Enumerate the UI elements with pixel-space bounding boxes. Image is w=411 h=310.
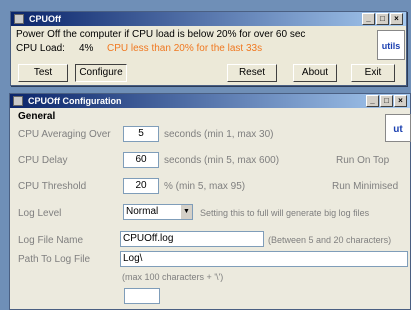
config-window: CPUOff Configuration _ □ × General ut CP… <box>9 93 411 310</box>
averaging-label: CPU Averaging Over <box>18 129 111 140</box>
app-icon <box>14 14 24 24</box>
log-file-hint: (Between 5 and 20 characters) <box>268 235 392 245</box>
config-maximize-icon[interactable]: □ <box>380 95 393 107</box>
description-text: Power Off the computer if CPU load is be… <box>16 29 306 40</box>
config-close-icon[interactable]: × <box>394 95 407 107</box>
log-level-value: Normal <box>126 206 159 217</box>
cpu-load-value: 4% <box>79 43 94 54</box>
config-logo-text: ut <box>393 124 403 135</box>
close-icon[interactable]: × <box>390 13 403 25</box>
log-file-label: Log File Name <box>18 235 84 246</box>
utils-logo: utils <box>377 30 405 60</box>
about-button[interactable]: About <box>293 64 337 82</box>
cpu-status-text: CPU less than 20% for the last 33s <box>107 43 263 54</box>
log-path-input[interactable]: Log\ <box>120 251 408 267</box>
cpu-load-label: CPU Load: <box>16 43 65 54</box>
config-minimize-icon[interactable]: _ <box>366 95 379 107</box>
run-minimised-label[interactable]: Run Minimised <box>332 181 398 192</box>
minimize-icon[interactable]: _ <box>362 13 375 25</box>
log-path-hint: (max 100 characters + '\') <box>122 272 224 282</box>
log-level-label: Log Level <box>18 208 62 219</box>
threshold-label: CPU Threshold <box>18 181 87 192</box>
main-titlebar[interactable]: CPUOff _ □ × <box>11 12 406 26</box>
config-titlebar[interactable]: CPUOff Configuration _ □ × <box>10 94 410 108</box>
averaging-input[interactable]: 5 <box>123 126 159 142</box>
config-app-icon <box>13 96 23 106</box>
delay-label: CPU Delay <box>18 155 68 166</box>
configure-button[interactable]: Configure <box>75 64 127 82</box>
threshold-hint: % (min 5, max 95) <box>164 181 246 192</box>
main-window-title: CPUOff <box>29 14 61 24</box>
run-on-top-label[interactable]: Run On Top <box>336 155 389 166</box>
cutoff-input[interactable] <box>124 288 160 304</box>
delay-hint: seconds (min 5, max 600) <box>164 155 280 166</box>
log-path-label: Path To Log File <box>18 254 91 265</box>
log-level-hint: Setting this to full will generate big l… <box>200 208 370 218</box>
exit-button[interactable]: Exit <box>351 64 395 82</box>
section-title-general: General <box>18 111 56 122</box>
delay-input[interactable]: 60 <box>123 152 159 168</box>
reset-button[interactable]: Reset <box>227 64 277 82</box>
threshold-input[interactable]: 20 <box>123 178 159 194</box>
averaging-hint: seconds (min 1, max 30) <box>164 129 274 140</box>
maximize-icon[interactable]: □ <box>376 13 389 25</box>
chevron-down-icon[interactable]: ▼ <box>181 205 192 219</box>
config-utils-logo: ut <box>385 114 411 142</box>
main-window: CPUOff _ □ × Power Off the computer if C… <box>10 11 407 86</box>
test-button[interactable]: Test <box>18 64 68 82</box>
config-window-title: CPUOff Configuration <box>28 96 122 106</box>
log-level-select[interactable]: Normal ▼ <box>123 204 193 220</box>
log-file-input[interactable]: CPUOff.log <box>120 231 264 247</box>
utils-logo-text: utils <box>381 41 401 51</box>
